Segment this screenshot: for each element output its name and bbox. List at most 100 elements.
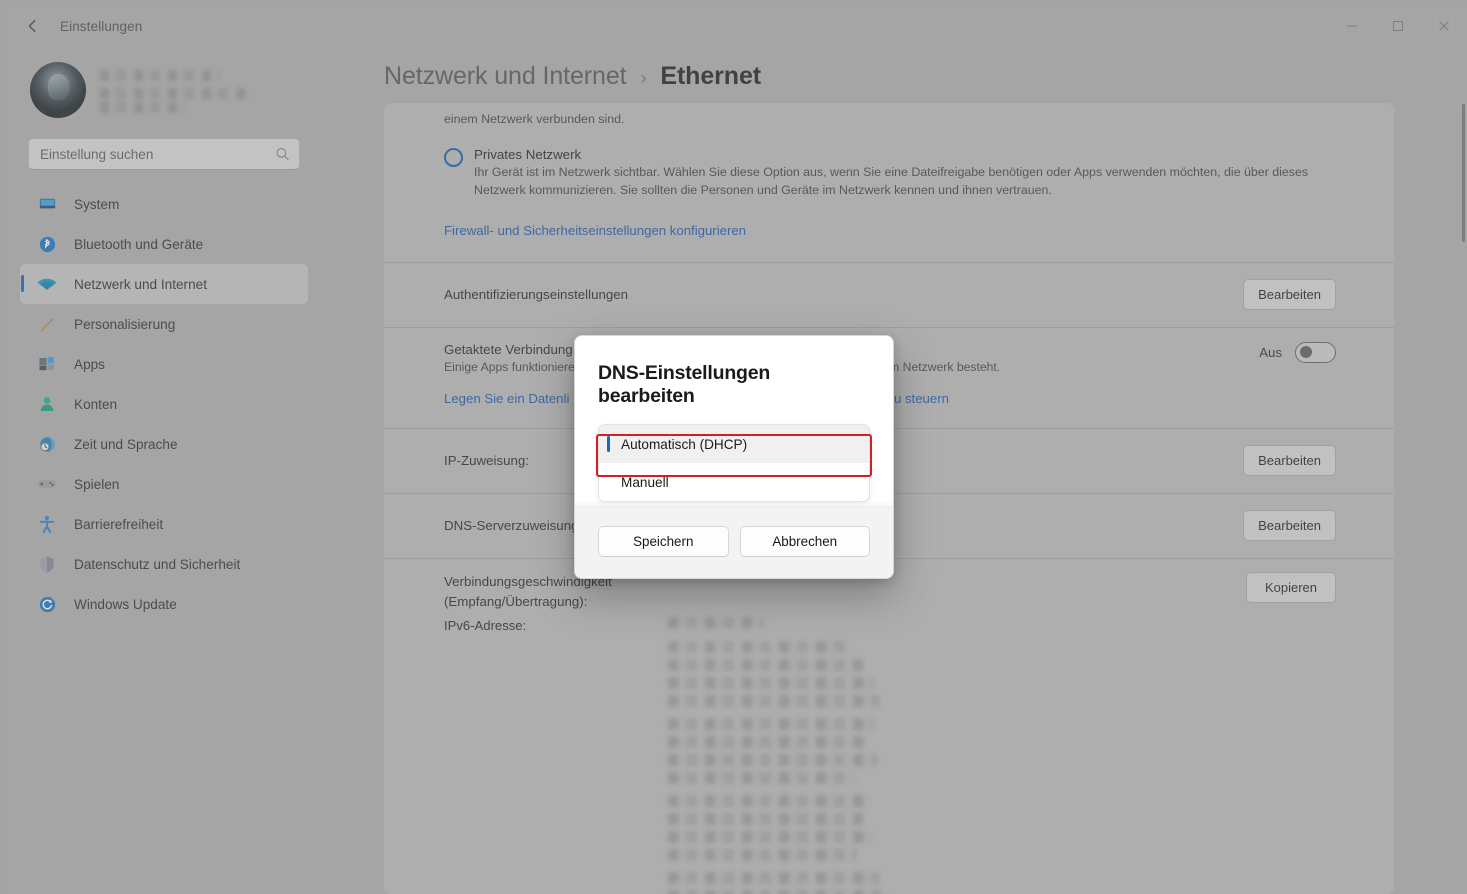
redacted-value bbox=[668, 616, 764, 629]
authentication-settings-label: Authentifizierungseinstellungen bbox=[444, 287, 629, 303]
sidebar-item-network[interactable]: Netzwerk und Internet bbox=[20, 264, 308, 304]
sidebar-item-bluetooth[interactable]: Bluetooth und Geräte bbox=[20, 224, 308, 264]
dns-settings-dialog: DNS-Einstellungen bearbeiten Automatisch… bbox=[574, 335, 894, 579]
sidebar-item-label: Personalisierung bbox=[74, 316, 176, 332]
data-limit-link-left[interactable]: Legen Sie ein Datenli bbox=[444, 391, 569, 406]
redacted-value bbox=[668, 694, 880, 707]
minimize-icon bbox=[1347, 25, 1357, 27]
profile-section[interactable] bbox=[20, 48, 308, 126]
bluetooth-icon bbox=[34, 234, 60, 254]
monitor-icon bbox=[34, 194, 60, 214]
close-button[interactable] bbox=[1421, 4, 1467, 48]
redacted-value bbox=[668, 676, 874, 689]
ipv6-address-row: IPv6-Adresse: bbox=[384, 616, 1394, 894]
sidebar-item-label: Spielen bbox=[74, 476, 120, 492]
accessibility-icon bbox=[34, 514, 60, 534]
redacted-text-line bbox=[100, 101, 186, 113]
sidebar-item-label: Konten bbox=[74, 396, 118, 412]
sidebar-item-label: Windows Update bbox=[74, 596, 177, 612]
sidebar-item-label: Bluetooth und Geräte bbox=[74, 236, 204, 252]
authentication-settings-row: Authentifizierungseinstellungen Bearbeit… bbox=[384, 263, 1394, 327]
minimize-button[interactable] bbox=[1329, 4, 1375, 48]
sidebar-item-gaming[interactable]: Spielen bbox=[20, 464, 308, 504]
ip-assignment-label: IP-Zuweisung: bbox=[444, 453, 529, 469]
cancel-button[interactable]: Abbrechen bbox=[739, 526, 870, 557]
clock-globe-icon bbox=[34, 434, 60, 454]
back-button[interactable] bbox=[16, 11, 50, 41]
metered-connection-toggle[interactable] bbox=[1295, 341, 1336, 363]
network-profile-section: einem Netzwerk verbunden sind. Privates … bbox=[384, 103, 1394, 262]
sidebar-item-label: Barrierefreiheit bbox=[74, 516, 164, 532]
breadcrumb-current: Ethernet bbox=[660, 62, 761, 90]
search-input[interactable]: Einstellung suchen bbox=[28, 138, 300, 170]
avatar[interactable] bbox=[30, 62, 86, 118]
radio-private-network[interactable] bbox=[444, 147, 463, 167]
connection-speed-label-line2: (Empfang/Übertragung): bbox=[444, 593, 588, 609]
sidebar-item-accessibility[interactable]: Barrierefreiheit bbox=[20, 504, 308, 544]
toggle-knob bbox=[1300, 346, 1312, 359]
settings-window: Einstellungen Einstellung suchen System … bbox=[0, 0, 1467, 894]
connection-speed-copy-button[interactable]: Kopieren bbox=[1246, 571, 1336, 603]
sidebar-item-time-language[interactable]: Zeit und Sprache bbox=[20, 424, 308, 464]
redacted-value bbox=[668, 889, 886, 894]
sidebar-item-system[interactable]: System bbox=[20, 184, 308, 224]
dns-assignment-dropdown[interactable]: Automatisch (DHCP) Manuell bbox=[598, 424, 870, 502]
account-name-redacted bbox=[100, 68, 250, 113]
apps-icon bbox=[34, 354, 60, 374]
redacted-text-line bbox=[100, 69, 220, 81]
sidebar-item-label: Datenschutz und Sicherheit bbox=[74, 556, 241, 572]
data-limit-link-right[interactable]: zu steuern bbox=[887, 391, 949, 406]
search-placeholder: Einstellung suchen bbox=[40, 146, 154, 162]
brush-icon bbox=[34, 314, 60, 334]
ip-assignment-edit-button[interactable]: Bearbeiten bbox=[1243, 445, 1336, 477]
dropdown-option-manual[interactable]: Manuell bbox=[599, 463, 869, 501]
ipv6-address-label: IPv6-Adresse: bbox=[444, 617, 527, 633]
sidebar-item-privacy[interactable]: Datenschutz und Sicherheit bbox=[20, 544, 308, 584]
ipv6-address-value-redacted bbox=[668, 616, 1394, 894]
breadcrumb-separator-icon: › bbox=[640, 68, 647, 88]
maximize-button[interactable] bbox=[1375, 4, 1421, 48]
back-arrow-icon bbox=[28, 19, 36, 33]
update-icon bbox=[34, 594, 60, 614]
breadcrumb: Netzwerk und Internet › Ethernet bbox=[384, 62, 761, 91]
dns-assignment-edit-button[interactable]: Bearbeiten bbox=[1243, 510, 1336, 542]
titlebar: Einstellungen bbox=[8, 4, 1467, 48]
window-controls bbox=[1329, 4, 1467, 48]
redacted-value bbox=[668, 717, 874, 730]
metered-connection-toggle-wrap[interactable]: Aus bbox=[1259, 341, 1336, 363]
search-icon bbox=[276, 148, 289, 161]
dialog-footer: Speichern Abbrechen bbox=[575, 506, 893, 578]
redacted-value bbox=[668, 771, 854, 784]
sidebar-nav: System Bluetooth und Geräte Netzwerk und… bbox=[20, 184, 308, 624]
firewall-settings-link[interactable]: Firewall- und Sicherheitseinstellungen k… bbox=[444, 223, 746, 238]
authentication-edit-button[interactable]: Bearbeiten bbox=[1243, 279, 1336, 311]
redacted-value bbox=[668, 735, 866, 748]
app-title: Einstellungen bbox=[60, 18, 143, 34]
sidebar-item-personalization[interactable]: Personalisierung bbox=[20, 304, 308, 344]
dialog-title: DNS-Einstellungen bearbeiten bbox=[598, 362, 771, 407]
dialog-body: DNS-Einstellungen bearbeiten Automatisch… bbox=[575, 336, 893, 502]
sidebar-item-label: System bbox=[74, 196, 120, 212]
sidebar-item-accounts[interactable]: Konten bbox=[20, 384, 308, 424]
dropdown-option-automatic[interactable]: Automatisch (DHCP) bbox=[599, 425, 869, 463]
redacted-value bbox=[668, 871, 880, 884]
close-icon bbox=[1439, 21, 1449, 31]
gamepad-icon bbox=[34, 474, 60, 494]
private-network-option[interactable]: Privates Netzwerk Ihr Gerät ist im Netzw… bbox=[444, 145, 1334, 200]
metered-toggle-state: Aus bbox=[1259, 344, 1282, 360]
sidebar-item-windows-update[interactable]: Windows Update bbox=[20, 584, 308, 624]
sidebar-item-apps[interactable]: Apps bbox=[20, 344, 308, 384]
private-network-title: Privates Netzwerk bbox=[474, 146, 582, 162]
wifi-icon bbox=[34, 274, 60, 294]
redacted-value bbox=[668, 794, 868, 807]
maximize-icon bbox=[1393, 21, 1403, 31]
shield-icon bbox=[34, 554, 60, 574]
breadcrumb-parent[interactable]: Netzwerk und Internet bbox=[384, 62, 627, 91]
sidebar-item-label: Netzwerk und Internet bbox=[74, 276, 207, 292]
dns-assignment-label: DNS-Serverzuweisung: bbox=[444, 518, 583, 534]
redacted-value bbox=[668, 848, 856, 861]
save-button[interactable]: Speichern bbox=[598, 526, 729, 557]
redacted-value bbox=[668, 640, 852, 653]
scrollbar-thumb[interactable] bbox=[1462, 104, 1465, 242]
redacted-value bbox=[668, 753, 878, 766]
